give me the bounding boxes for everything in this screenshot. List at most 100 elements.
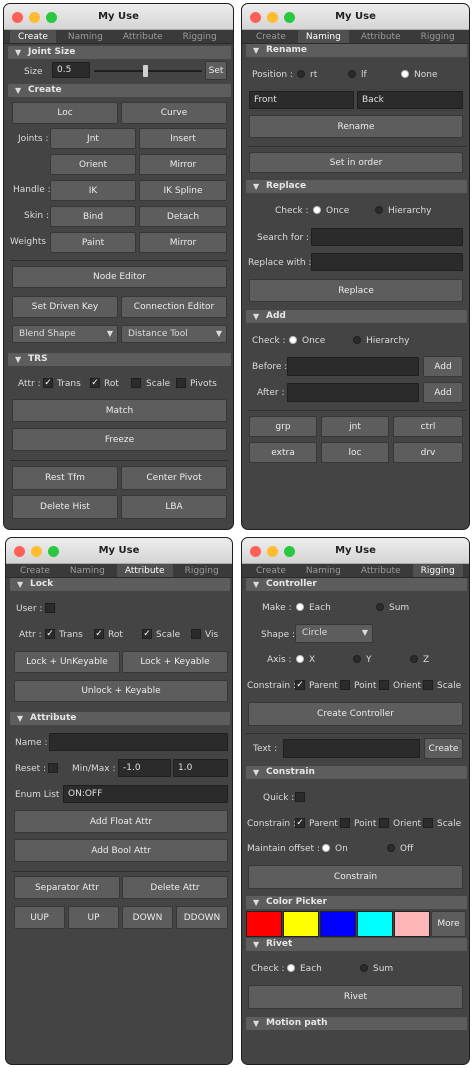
tab-attribute[interactable]: Attribute [353, 564, 409, 577]
mirror-joint-button[interactable]: Mirror [139, 154, 227, 175]
size-set-button[interactable]: Set [205, 61, 227, 80]
drv-button[interactable]: drv [393, 442, 463, 463]
before-input[interactable] [287, 357, 419, 376]
tab-attribute[interactable]: Attribute [115, 30, 171, 43]
insert-button[interactable]: Insert [139, 128, 227, 149]
title-bar[interactable]: My Use [242, 4, 469, 30]
grp-button[interactable]: grp [249, 416, 317, 437]
center-pivot-button[interactable]: Center Pivot [121, 466, 227, 490]
each-radio[interactable] [296, 603, 304, 611]
size-slider-track[interactable] [94, 70, 202, 72]
bind-button[interactable]: Bind [50, 206, 136, 227]
lf-radio[interactable] [348, 70, 356, 78]
min-input[interactable]: -1.0 [118, 759, 171, 777]
more-colors-button[interactable]: More [431, 911, 466, 937]
scale-checkbox[interactable] [423, 680, 433, 690]
color-swatch-red[interactable] [246, 911, 282, 937]
search-for-input[interactable] [311, 228, 463, 246]
add-before-button[interactable]: Add [423, 356, 463, 377]
size-input[interactable]: 0.5 [52, 62, 90, 78]
add-after-button[interactable]: Add [423, 382, 463, 403]
paint-button[interactable]: Paint [50, 232, 136, 253]
unlock-keyable-button[interactable]: Unlock + Keyable [14, 680, 228, 702]
pivots-checkbox[interactable] [176, 378, 186, 388]
replace-with-input[interactable] [311, 253, 463, 271]
lock-header[interactable]: ▼ Lock [10, 578, 230, 591]
delete-hist-button[interactable]: Delete Hist [12, 495, 118, 519]
loc-button[interactable]: Loc [12, 102, 118, 124]
add-bool-attr-button[interactable]: Add Bool Attr [14, 839, 228, 862]
tab-attribute[interactable]: Attribute [353, 30, 409, 43]
sum-radio[interactable] [376, 603, 384, 611]
front-input[interactable]: Front [249, 91, 354, 109]
zoom-button[interactable] [46, 12, 57, 23]
minimize-button[interactable] [29, 12, 40, 23]
lock-unkeyable-button[interactable]: Lock + UnKeyable [14, 651, 120, 673]
trans-checkbox[interactable]: ✓ [43, 378, 53, 388]
ddown-button[interactable]: DDOWN [176, 906, 228, 929]
constrain-header[interactable]: ▼ Constrain [246, 766, 467, 779]
rest-tfm-button[interactable]: Rest Tfm [12, 466, 118, 490]
add-header[interactable]: ▼ Add [246, 310, 467, 323]
tab-naming[interactable]: Naming [62, 564, 113, 577]
vis-checkbox[interactable] [191, 629, 201, 639]
set-driven-key-button[interactable]: Set Driven Key [12, 296, 118, 318]
scale2-checkbox[interactable] [423, 818, 433, 828]
once-add-radio[interactable] [289, 336, 297, 344]
ik-spline-button[interactable]: IK Spline [139, 180, 227, 201]
text-input[interactable] [283, 739, 420, 758]
loc-suffix-button[interactable]: loc [321, 442, 389, 463]
shape-dropdown[interactable]: Circle ▼ [295, 624, 373, 643]
detach-button[interactable]: Detach [139, 206, 227, 227]
rot-checkbox[interactable]: ✓ [90, 378, 100, 388]
close-button[interactable] [12, 12, 23, 23]
match-button[interactable]: Match [12, 399, 227, 422]
node-editor-button[interactable]: Node Editor [12, 266, 227, 288]
hierarchy-add-radio[interactable] [353, 336, 361, 344]
trs-header[interactable]: ▼ TRS [8, 353, 231, 366]
parent-checkbox[interactable]: ✓ [295, 680, 305, 690]
tab-rigging[interactable]: Rigging [412, 564, 463, 577]
point2-checkbox[interactable] [340, 818, 350, 828]
ctrl-button[interactable]: ctrl [393, 416, 463, 437]
jnt-suffix-button[interactable]: jnt [321, 416, 389, 437]
distance-tool-dropdown[interactable]: Distance Tool ▼ [121, 325, 227, 343]
color-swatch-blue[interactable] [320, 911, 356, 937]
tab-naming[interactable]: Naming [60, 30, 111, 43]
tab-attribute[interactable]: Attribute [116, 564, 173, 577]
rename-button[interactable]: Rename [249, 115, 463, 138]
ik-button[interactable]: IK [50, 180, 136, 201]
maintain-on-radio[interactable] [322, 844, 330, 852]
axis-x-radio[interactable] [296, 655, 304, 663]
tab-create[interactable]: Create [10, 30, 56, 43]
color-swatch-cyan[interactable] [357, 911, 393, 937]
create-text-button[interactable]: Create [424, 738, 463, 759]
motion-path-header[interactable]: ▼ Motion path [246, 1017, 467, 1030]
freeze-button[interactable]: Freeze [12, 428, 227, 451]
back-input[interactable]: Back [357, 91, 463, 109]
controller-header[interactable]: ▼ Controller [246, 578, 467, 591]
delete-attr-button[interactable]: Delete Attr [122, 876, 228, 899]
connection-editor-button[interactable]: Connection Editor [121, 296, 227, 318]
tab-naming[interactable]: Naming [298, 564, 349, 577]
tab-create[interactable]: Create [248, 30, 294, 43]
extra-button[interactable]: extra [249, 442, 317, 463]
attribute-header[interactable]: ▼ Attribute [10, 712, 230, 725]
orient-button[interactable]: Orient [50, 154, 136, 175]
title-bar[interactable]: My Use [6, 538, 232, 564]
rt-radio[interactable] [297, 70, 305, 78]
tab-rigging[interactable]: Rigging [413, 30, 463, 43]
zoom-button[interactable] [48, 546, 59, 557]
close-button[interactable] [250, 12, 261, 23]
title-bar[interactable]: My Use [4, 4, 233, 30]
lock-keyable-button[interactable]: Lock + Keyable [122, 651, 228, 673]
color-picker-header[interactable]: ▼ Color Picker [246, 896, 467, 909]
jnt-button[interactable]: Jnt [50, 128, 136, 149]
curve-button[interactable]: Curve [121, 102, 227, 124]
orient2-checkbox[interactable] [379, 818, 389, 828]
scale-checkbox[interactable] [131, 378, 141, 388]
constrain-button[interactable]: Constrain [248, 865, 463, 889]
rename-header[interactable]: ▼ Rename [246, 44, 467, 57]
scale-checkbox[interactable]: ✓ [142, 629, 152, 639]
lba-button[interactable]: LBA [121, 495, 227, 519]
